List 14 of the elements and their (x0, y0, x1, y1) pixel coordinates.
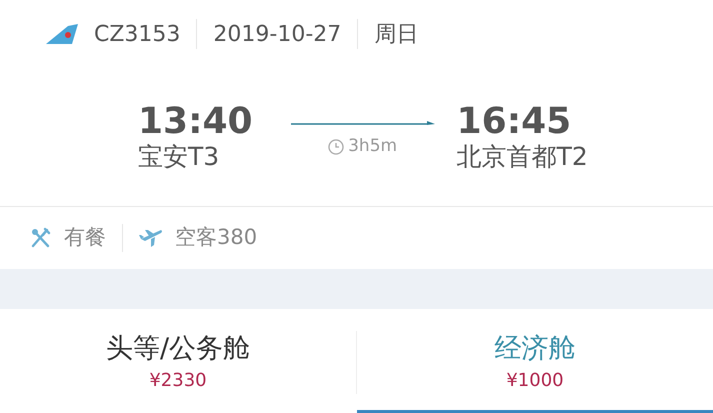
clock-icon (328, 139, 344, 155)
departure-time: 13:40 (138, 102, 253, 142)
arrival-airport: 北京首都T2 (456, 142, 588, 172)
tail-logo-icon (46, 24, 78, 44)
meal-label: 有餐 (64, 224, 106, 252)
utensils-icon (30, 227, 52, 249)
flight-duration: 3h5m (348, 135, 398, 158)
flight-weekday: 周日 (374, 20, 418, 48)
arrival-time: 16:45 (456, 102, 572, 142)
departure-airport: 宝安T3 (138, 142, 220, 172)
flight-number: CZ3153 (94, 20, 180, 48)
aircraft-label: 空客380 (175, 224, 258, 252)
flight-date: 2019-10-27 (213, 20, 342, 48)
airplane-icon (139, 227, 163, 249)
